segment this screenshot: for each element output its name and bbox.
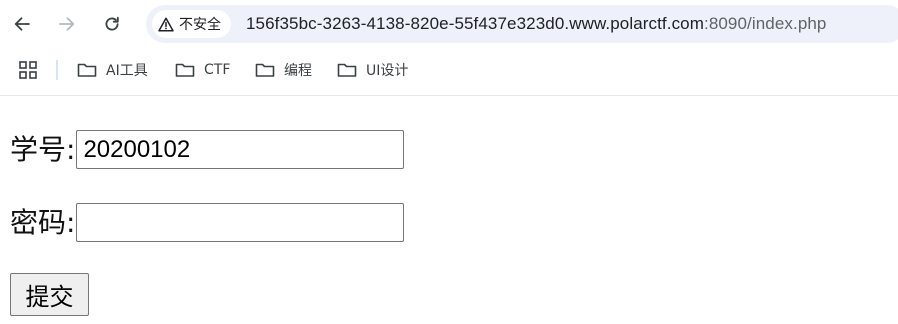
- bookmark-folder-programming[interactable]: 编程: [255, 58, 312, 82]
- arrow-left-icon: [14, 17, 30, 31]
- arrow-right-icon: [59, 17, 75, 31]
- submit-button[interactable]: 提交: [10, 273, 89, 316]
- apps-button[interactable]: [18, 60, 38, 80]
- bookmark-label: AI工具: [106, 63, 148, 79]
- url-text[interactable]: 156f35bc-3263-4138-820e-55f437e323d0.www…: [246, 14, 827, 34]
- url-host: 156f35bc-3263-4138-820e-55f437e323d0.www…: [246, 14, 704, 33]
- student-id-label: 学号:: [10, 132, 76, 166]
- bookmark-label: 编程: [284, 63, 312, 79]
- folder-icon: [255, 63, 275, 77]
- page-content: 学号: 密码: 提交: [0, 96, 898, 324]
- back-button[interactable]: [8, 10, 36, 38]
- security-label: 不安全: [179, 17, 221, 33]
- student-id-row: 学号:: [10, 130, 405, 169]
- bookmark-folder-ai-tools[interactable]: AI工具: [77, 58, 148, 82]
- reload-icon: [105, 16, 119, 31]
- password-row: 密码:: [10, 203, 405, 242]
- password-label: 密码:: [10, 205, 76, 239]
- student-id-input[interactable]: [76, 130, 405, 169]
- bookmark-label: CTF: [204, 62, 231, 78]
- bookmark-folder-ctf[interactable]: CTF: [175, 58, 230, 82]
- forward-button[interactable]: [53, 10, 81, 38]
- browser-toolbar: 不安全 156f35bc-3263-4138-820e-55f437e323d0…: [0, 0, 898, 48]
- browser-chrome: 不安全 156f35bc-3263-4138-820e-55f437e323d0…: [0, 0, 898, 96]
- folder-icon: [175, 63, 195, 77]
- security-chip[interactable]: 不安全: [152, 10, 231, 38]
- grid-icon: [19, 61, 37, 79]
- bookmarks-separator: [56, 60, 58, 80]
- url-path: :8090/index.php: [704, 14, 827, 33]
- bookmarks-bar: AI工具 CTF 编程 UI设计: [0, 52, 898, 88]
- reload-button[interactable]: [98, 10, 126, 38]
- warning-icon: [158, 17, 174, 31]
- bookmark-label: UI设计: [366, 63, 409, 79]
- bookmark-folder-ui-design[interactable]: UI设计: [337, 58, 408, 82]
- address-bar[interactable]: 不安全 156f35bc-3263-4138-820e-55f437e323d0…: [146, 5, 898, 43]
- folder-icon: [337, 63, 357, 77]
- folder-icon: [77, 63, 97, 77]
- password-input[interactable]: [76, 203, 405, 242]
